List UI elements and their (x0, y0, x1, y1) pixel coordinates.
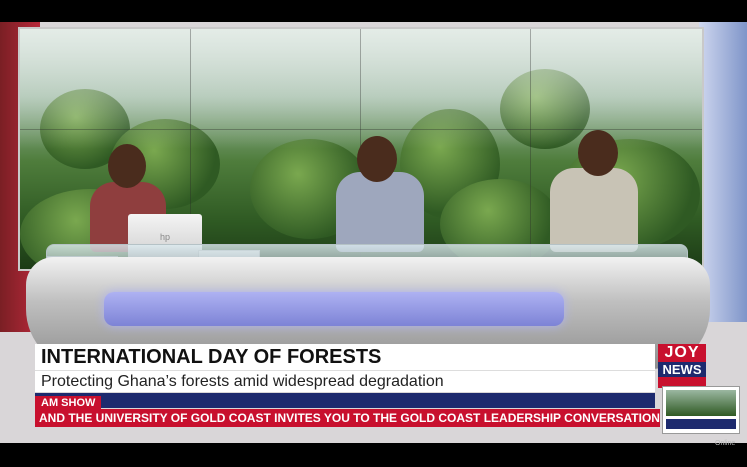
laptop-logo: hp (159, 232, 170, 242)
show-tag-bar: AM SHOW (35, 393, 655, 411)
thumbnail-banner (666, 419, 736, 429)
logo-line2: NEWS (658, 362, 706, 377)
thumbnail-video (666, 390, 736, 416)
guest-center-shirt (336, 172, 424, 252)
joy-news-logo: JOY NEWS (658, 344, 706, 388)
logo-line1: JOY (664, 344, 700, 361)
host-left-head (108, 144, 146, 188)
video-frame: hp INTERNATIONAL DAY OF FORESTS Protecti… (0, 0, 747, 467)
picture-in-picture-thumbnail (662, 386, 740, 434)
guest-right-head (578, 130, 618, 176)
guest-right-shirt (550, 168, 638, 252)
headline: INTERNATIONAL DAY OF FORESTS (35, 344, 655, 370)
desk-light-strip (104, 292, 564, 326)
subheadline: Protecting Ghana’s forests amid widespre… (35, 370, 655, 392)
corner-label: Online (715, 440, 736, 447)
screen-seam (530, 29, 531, 269)
news-ticker: AND THE UNIVERSITY OF GOLD COAST INVITES… (35, 409, 660, 427)
guest-center-head (357, 136, 397, 182)
